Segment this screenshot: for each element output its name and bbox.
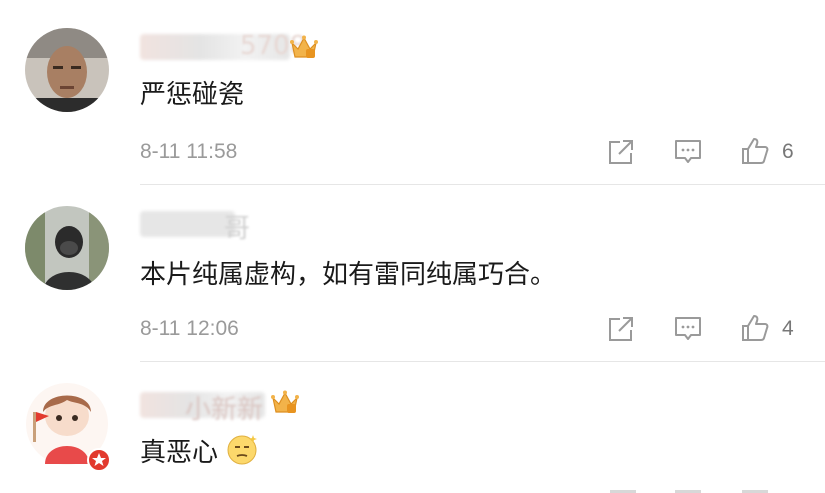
comment-text-content: 真恶心 (140, 438, 219, 468)
comment-item: 5708 严惩碰瓷 8-11 11:58 6 (0, 0, 825, 185)
comment-icon (675, 140, 701, 163)
comment-item: 小新新 真恶心 (0, 362, 825, 493)
username-suffix: 哥 (224, 214, 251, 244)
crown-badge-icon (271, 390, 299, 416)
comment-text: 真恶心 (140, 432, 260, 475)
comment-icon (675, 317, 701, 340)
thumbs-up-icon (742, 138, 769, 164)
share-button[interactable] (606, 137, 636, 167)
reply-button[interactable] (673, 137, 703, 167)
thumbs-up-icon (742, 315, 769, 341)
comment-time: 8-11 11:58 (140, 140, 238, 163)
like-button[interactable] (740, 313, 770, 343)
comment-text: 本片纯属虚构，如有雷同纯属巧合。 (140, 260, 557, 290)
comment-item: 哥 本片纯属虚构，如有雷同纯属巧合。 8-11 12:06 4 (0, 185, 825, 362)
comment-time: 8-11 12:06 (140, 317, 239, 340)
like-button[interactable] (740, 136, 770, 166)
man-photo-avatar-icon (25, 28, 109, 112)
like-count: 4 (782, 317, 794, 340)
smirk-emoji-icon (226, 432, 260, 475)
username-blurred[interactable] (140, 211, 235, 237)
share-icon (609, 140, 633, 164)
avatar[interactable] (25, 206, 109, 290)
like-count: 6 (782, 140, 794, 163)
reply-button[interactable] (673, 314, 703, 344)
masked-person-photo-avatar-icon (25, 206, 109, 290)
share-icon (609, 317, 633, 341)
username-suffix: 小新新 (185, 395, 264, 425)
avatar[interactable] (25, 382, 111, 472)
cartoon-boy-avatar-icon (26, 383, 111, 472)
share-button[interactable] (606, 314, 636, 344)
crown-badge-icon (290, 35, 318, 61)
avatar[interactable] (25, 28, 109, 112)
comment-text: 严惩碰瓷 (140, 80, 245, 110)
